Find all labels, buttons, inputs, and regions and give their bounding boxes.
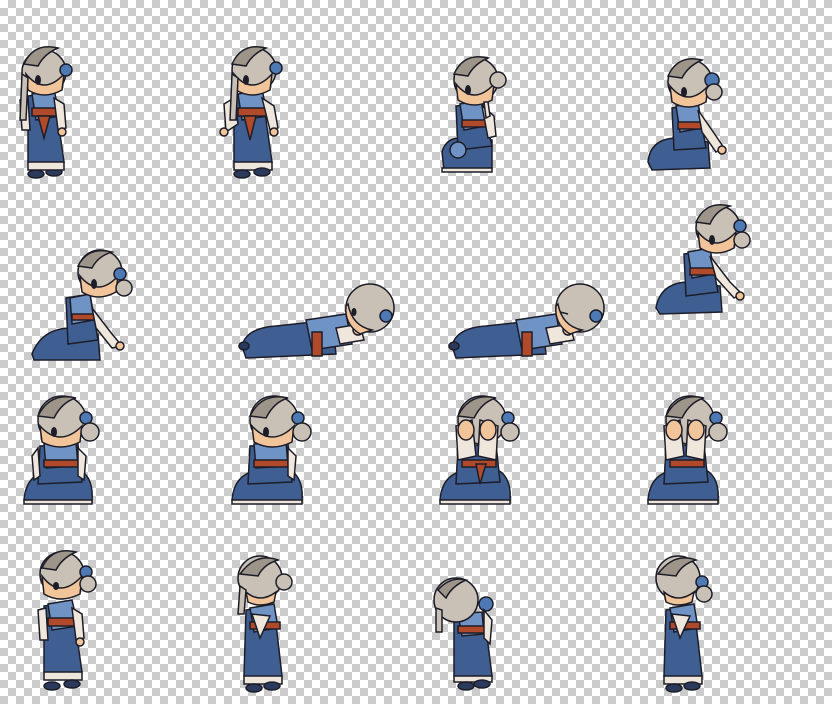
- sprite-kneeling-face-covered-alt: [647, 395, 728, 505]
- sprite-standing-head-bowed-side: [655, 555, 713, 693]
- sprite-kneeling-face-covered: [439, 395, 520, 505]
- sprite-standing-front: [19, 46, 73, 179]
- sprite-kneeling-front-alt: [231, 395, 312, 505]
- sprite-standing-three-quarter: [219, 46, 283, 179]
- sprite-standing-back-view: [433, 577, 494, 691]
- sprite-sitting-side-back: [655, 204, 751, 315]
- sprite-kneeling-side: [441, 56, 507, 173]
- sprite-kneeling-front: [23, 395, 100, 505]
- sprite-sitting-side: [647, 58, 727, 171]
- sprite-lying-down: [238, 283, 395, 359]
- sprite-sitting-lean: [31, 249, 133, 361]
- sprite-sheet: [0, 0, 832, 704]
- sprite-standing-sad: [37, 550, 97, 691]
- sprite-lying-down-eyes-closed: [448, 283, 605, 359]
- sprite-standing-head-bowed: [237, 555, 293, 693]
